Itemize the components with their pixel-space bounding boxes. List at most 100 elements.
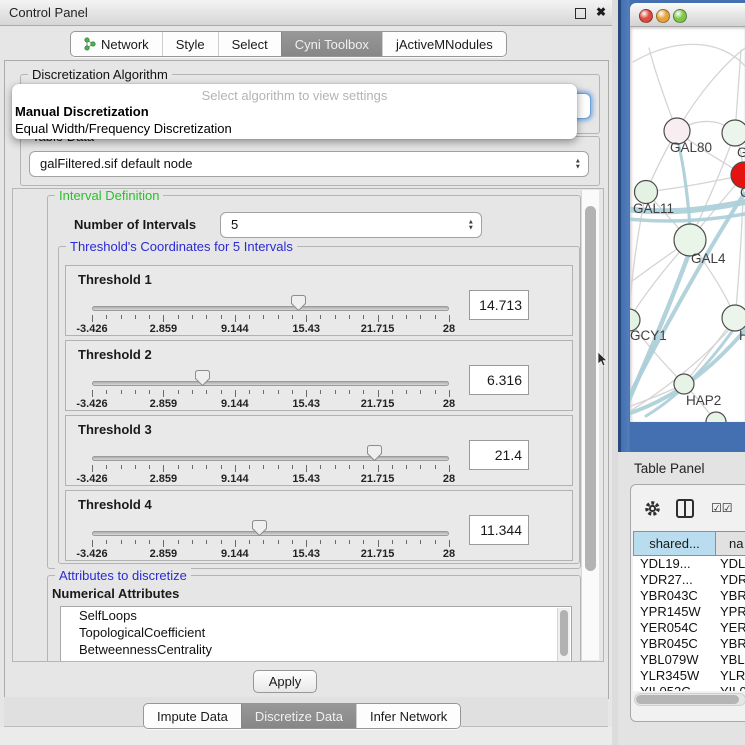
threshold-value-field[interactable]: 21.4 xyxy=(469,440,529,470)
table-cell: YPR145W xyxy=(633,604,716,620)
table-data-combobox[interactable]: galFiltered.sif default node ▲▼ xyxy=(29,151,589,177)
tab-style[interactable]: Style xyxy=(162,32,218,56)
slider-thumb[interactable] xyxy=(291,295,306,311)
table-cell: YBL079W xyxy=(633,652,716,668)
slider-tick xyxy=(206,390,207,394)
tab-infer-network[interactable]: Infer Network xyxy=(356,704,460,728)
horizontal-scrollbar-thumb[interactable] xyxy=(636,695,739,704)
column-header-shared-name[interactable]: shared... xyxy=(633,531,716,556)
table-cell: YDL1 xyxy=(716,556,745,572)
network-edge[interactable] xyxy=(646,175,744,192)
control-panel-titlebar: Control Panel ✖ xyxy=(0,0,612,26)
slider-tick xyxy=(235,390,236,397)
table-row[interactable]: YIL052CYIL0 xyxy=(633,684,745,691)
close-icon[interactable]: ✖ xyxy=(596,5,606,19)
network-node-label: H xyxy=(739,328,745,343)
slider-tick-label: 2.859 xyxy=(138,398,188,410)
threshold-row: Threshold 3 21.4 -3.4262.8599.14415.4321… xyxy=(65,415,573,486)
list-scrollbar-thumb[interactable] xyxy=(560,610,568,656)
slider-tick xyxy=(378,465,379,472)
tab-impute-data[interactable]: Impute Data xyxy=(144,704,241,728)
slider-tick-label: 15.43 xyxy=(281,548,331,560)
vertical-scrollbar-thumb[interactable] xyxy=(585,206,596,571)
threshold-value-field[interactable]: 6.316 xyxy=(469,365,529,395)
table-header: shared... na xyxy=(633,531,745,556)
slider-tick xyxy=(149,540,150,544)
tab-cyni-toolbox[interactable]: Cyni Toolbox xyxy=(281,32,382,56)
slider-tick xyxy=(392,465,393,469)
threshold-row: Threshold 1 14.713 -3.4262.8599.14415.43… xyxy=(65,265,573,336)
slider-tick xyxy=(206,540,207,544)
slider-tick xyxy=(349,390,350,394)
slider-thumb[interactable] xyxy=(252,520,267,536)
split-columns-icon[interactable] xyxy=(676,499,694,518)
close-traffic-light-icon[interactable] xyxy=(639,9,653,23)
list-item[interactable]: BetweennessCentrality xyxy=(61,641,571,658)
tab-jactivemnodules[interactable]: jActiveMNodules xyxy=(382,32,506,56)
table-cell: YDL19... xyxy=(633,556,716,572)
apply-button[interactable]: Apply xyxy=(253,670,317,693)
slider-tick-label: 9.144 xyxy=(210,473,260,485)
table-row[interactable]: YDL19...YDL1 xyxy=(633,556,745,572)
slider-tick-label: 28 xyxy=(424,398,474,410)
slider-thumb[interactable] xyxy=(195,370,210,386)
popup-option-equal-width-frequency-discretization[interactable]: Equal Width/Frequency Discretization xyxy=(15,120,574,137)
gear-icon[interactable] xyxy=(644,500,661,517)
slider-tick xyxy=(178,465,179,469)
table-cell: YLR345W xyxy=(633,668,716,684)
zoom-traffic-light-icon[interactable] xyxy=(673,9,687,23)
table-row[interactable]: YBR045CYBR0 xyxy=(633,636,745,652)
slider-tick-label: 9.144 xyxy=(210,398,260,410)
list-item[interactable]: SelfLoops xyxy=(61,607,571,624)
network-node-label: GAL4 xyxy=(691,251,726,266)
popup-option-manual-discretization[interactable]: Manual Discretization xyxy=(15,103,574,120)
slider-tick xyxy=(92,390,93,397)
network-node-label: GCY1 xyxy=(630,328,667,343)
table-row[interactable]: YBR043CYBR0 xyxy=(633,588,745,604)
threshold-slider[interactable] xyxy=(92,531,449,536)
number-of-intervals-combobox[interactable]: 5 ▲▼ xyxy=(220,212,482,238)
threshold-value-field[interactable]: 11.344 xyxy=(469,515,529,545)
table-row[interactable]: YBL079WYBL0 xyxy=(633,652,745,668)
threshold-slider[interactable] xyxy=(92,381,449,386)
slider-tick xyxy=(292,465,293,469)
screen: Control Panel ✖ NetworkStyleSelectCyni T… xyxy=(0,0,745,745)
tab-select[interactable]: Select xyxy=(218,32,281,56)
slider-thumb[interactable] xyxy=(367,445,382,461)
checkbox-icons[interactable]: ☑☑ xyxy=(711,501,733,515)
network-node-ga[interactable] xyxy=(722,120,745,146)
tab-label: jActiveMNodules xyxy=(396,37,493,52)
network-edge[interactable] xyxy=(677,48,745,131)
numerical-attributes-list[interactable]: SelfLoopsTopologicalCoefficientBetweenne… xyxy=(60,606,572,662)
horizontal-scrollbar[interactable] xyxy=(634,693,745,706)
table-row[interactable]: YER054CYER0 xyxy=(633,620,745,636)
table-row[interactable]: YDR27...YDR2 xyxy=(633,572,745,588)
slider-tick xyxy=(292,315,293,319)
table-row[interactable]: YLR345WYLR3 xyxy=(633,668,745,684)
tab-network[interactable]: Network xyxy=(71,32,162,56)
slider-tick xyxy=(263,465,264,469)
float-window-icon[interactable] xyxy=(575,8,586,19)
threshold-value-field[interactable]: 14.713 xyxy=(469,290,529,320)
network-node-hap2[interactable] xyxy=(674,374,694,394)
list-item[interactable]: TopologicalCoefficient xyxy=(61,624,571,641)
algorithm-popup-options: Manual DiscretizationEqual Width/Frequen… xyxy=(15,103,574,137)
table-row[interactable]: YPR145WYPR1 xyxy=(633,604,745,620)
list-scrollbar[interactable] xyxy=(557,608,570,662)
network-canvas[interactable]: GAL80GACGAL11GAL4GCY1HHAP2 xyxy=(630,27,745,422)
slider-tick xyxy=(221,390,222,394)
column-header-name[interactable]: na xyxy=(716,531,745,556)
threshold-slider[interactable] xyxy=(92,456,449,461)
popup-hint: Select algorithm to view settings xyxy=(12,88,577,103)
slider-tick xyxy=(420,315,421,319)
vertical-scrollbar[interactable] xyxy=(581,190,599,660)
threshold-slider[interactable] xyxy=(92,306,449,311)
slider-tick xyxy=(106,465,107,469)
slider-tick xyxy=(249,390,250,394)
slider-tick-label: 21.715 xyxy=(353,473,403,485)
tab-discretize-data[interactable]: Discretize Data xyxy=(241,704,356,728)
number-of-intervals-value: 5 xyxy=(231,217,238,232)
minimize-traffic-light-icon[interactable] xyxy=(656,9,670,23)
slider-tick xyxy=(263,315,264,319)
discretization-algorithm-title: Discretization Algorithm xyxy=(28,67,172,82)
